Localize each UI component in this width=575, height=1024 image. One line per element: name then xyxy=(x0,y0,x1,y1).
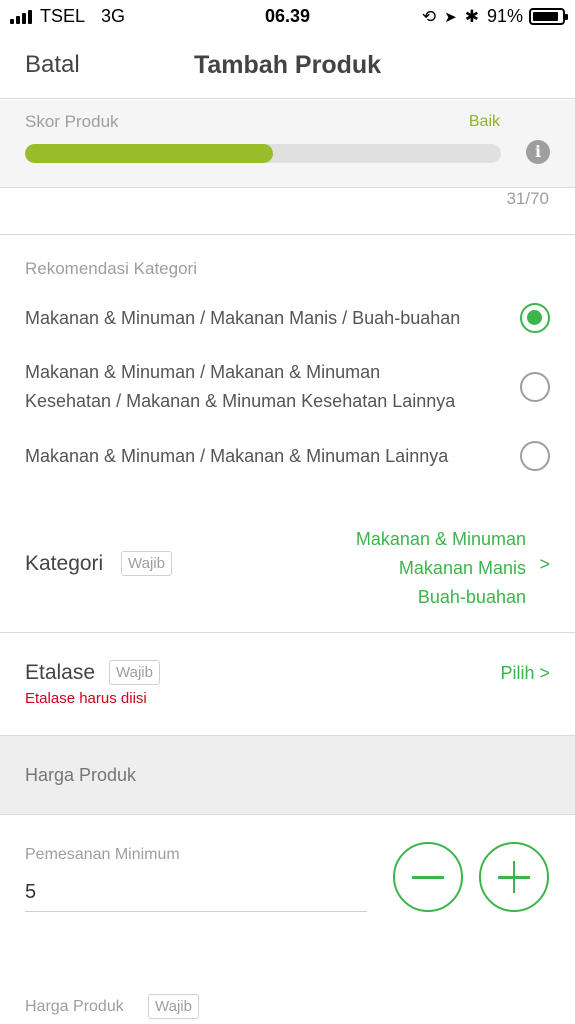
recommendation-option-3[interactable]: Makanan & Minuman / Makanan & Minuman La… xyxy=(0,441,575,473)
score-progress-fill xyxy=(25,144,273,163)
recommendation-option-text: Makanan & Minuman / Makanan Manis / Buah… xyxy=(25,308,461,328)
required-badge: Wajib xyxy=(109,660,160,685)
battery-icon xyxy=(529,8,568,25)
status-right: ⟲ ➤ ✱ 91% xyxy=(421,6,568,27)
recommendation-option-2[interactable]: Makanan & Minuman / Makanan & Minuman Ke… xyxy=(0,358,575,418)
score-label: Skor Produk xyxy=(25,112,119,131)
etalase-select-button[interactable]: Pilih > xyxy=(500,663,550,684)
battery-percent: 91% xyxy=(486,6,523,26)
product-score-panel: Skor Produk Baik i xyxy=(0,100,575,188)
status-bar: TSEL 3G 06.39 ⟲ ➤ ✱ 91% xyxy=(0,0,575,34)
recommendation-option-label: Makanan & Minuman / Makanan Manis / Buah… xyxy=(25,304,495,333)
plus-glyph-vertical xyxy=(512,861,515,893)
required-badge: Wajib xyxy=(121,551,172,576)
location-icon: ➤ xyxy=(444,8,457,26)
radio-unselected-icon[interactable] xyxy=(520,441,550,471)
rotation-lock-icon: ⟲ xyxy=(421,6,437,26)
category-value-line: Makanan Manis xyxy=(398,558,526,578)
category-value[interactable]: Makanan & Minuman Makanan Manis Buah-bua… xyxy=(356,525,526,612)
section-header: Harga Produk xyxy=(0,735,575,815)
plus-circle-icon[interactable] xyxy=(479,842,549,912)
chevron-right-icon[interactable]: > xyxy=(539,554,550,575)
score-status: Baik xyxy=(468,113,500,130)
category-value-line: Makanan & Minuman xyxy=(355,529,526,549)
minimum-order-input[interactable] xyxy=(25,874,367,912)
info-icon[interactable]: i xyxy=(526,140,550,164)
price-label: Harga Produk xyxy=(25,998,124,1015)
radio-selected-icon[interactable] xyxy=(520,303,550,333)
divider xyxy=(0,632,575,633)
category-value-line: Buah-buahan xyxy=(417,587,526,607)
required-badge: Wajib xyxy=(148,994,199,1019)
page-title: Tambah Produk xyxy=(193,51,382,79)
etalase-error-message: Etalase harus diisi xyxy=(25,690,147,707)
minimum-order-label: Pemesanan Minimum xyxy=(25,846,180,863)
bluetooth-icon: ✱ xyxy=(464,6,479,26)
category-label: Kategori xyxy=(25,552,104,575)
section-title: Harga Produk xyxy=(25,765,137,785)
recommendation-option-text: Kesehatan / Makanan & Minuman Kesehatan … xyxy=(25,391,456,411)
recommendation-option-text: Makanan & Minuman / Makanan & Minuman xyxy=(25,362,381,382)
description-counter-row: 31/70 xyxy=(0,189,575,235)
recommendation-title: Rekomendasi Kategori xyxy=(25,259,197,278)
minus-glyph xyxy=(412,876,444,879)
etalase-label: Etalase xyxy=(25,661,96,684)
recommendation-option-1[interactable]: Makanan & Minuman / Makanan Manis / Buah… xyxy=(0,303,575,335)
minus-circle-icon[interactable] xyxy=(393,842,463,912)
score-progress-bar xyxy=(25,144,501,163)
battery-fill xyxy=(533,12,559,21)
radio-unselected-icon[interactable] xyxy=(520,372,550,402)
character-counter: 31/70 xyxy=(506,189,549,208)
recommendation-option-label: Makanan & Minuman / Makanan & Minuman Ke… xyxy=(25,358,495,416)
recommendation-option-label: Makanan & Minuman / Makanan & Minuman La… xyxy=(25,442,495,471)
nav-bar: Batal Tambah Produk xyxy=(0,34,575,99)
recommendation-option-text: Makanan & Minuman / Makanan & Minuman La… xyxy=(25,446,449,466)
